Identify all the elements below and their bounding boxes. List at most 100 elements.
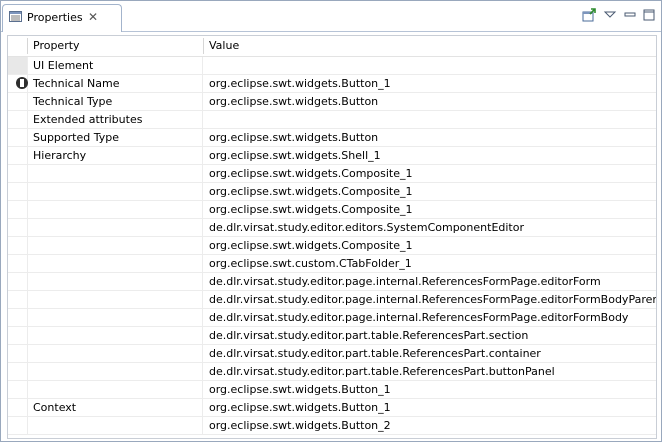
table-row[interactable]: de.dlr.virsat.study.editor.page.internal…: [8, 273, 656, 291]
value-cell: [204, 111, 656, 128]
technical-name-icon: [16, 77, 28, 89]
table-row[interactable]: de.dlr.virsat.study.editor.page.internal…: [8, 291, 656, 309]
row-indent-cell: [8, 111, 28, 128]
row-indent-cell: [8, 183, 28, 200]
property-cell: [28, 219, 203, 236]
row-indent-cell: [8, 237, 28, 254]
value-cell: org.eclipse.swt.widgets.Composite_1: [209, 239, 413, 252]
row-indent-cell: [8, 129, 28, 146]
value-cell: org.eclipse.swt.widgets.Composite_1: [209, 203, 413, 216]
table-row[interactable]: de.dlr.virsat.study.editor.part.table.Re…: [8, 327, 656, 345]
value-cell: org.eclipse.swt.widgets.Composite_1: [209, 167, 413, 180]
table-row[interactable]: de.dlr.virsat.study.editor.editors.Syste…: [8, 219, 656, 237]
value-cell: org.eclipse.swt.widgets.Button_1: [209, 401, 391, 414]
property-cell: [28, 255, 203, 272]
table-row[interactable]: de.dlr.virsat.study.editor.part.table.Re…: [8, 363, 656, 381]
tab-label: Properties: [27, 11, 83, 24]
properties-view: Properties ✕ Property Value UI Element T…: [0, 0, 662, 442]
table-row[interactable]: org.eclipse.swt.widgets.Composite_1: [8, 201, 656, 219]
tab-properties[interactable]: Properties ✕: [2, 4, 122, 32]
row-indent-cell: [8, 93, 28, 110]
value-cell: de.dlr.virsat.study.editor.page.internal…: [209, 275, 601, 288]
row-indent-cell: [8, 165, 28, 182]
property-cell: [28, 309, 203, 326]
value-cell: de.dlr.virsat.study.editor.part.table.Re…: [209, 365, 555, 378]
row-indent-cell: [8, 255, 28, 272]
view-tab-bar: Properties ✕: [1, 1, 661, 32]
value-cell: de.dlr.virsat.study.editor.part.table.Re…: [209, 329, 529, 342]
row-indent-cell: [8, 291, 28, 308]
row-indent-cell: [8, 345, 28, 362]
value-cell: org.eclipse.swt.widgets.Button_1: [209, 383, 391, 396]
row-indent-cell: [8, 309, 28, 326]
row-indent-cell: [8, 57, 28, 74]
value-cell: de.dlr.virsat.study.editor.editors.Syste…: [209, 221, 524, 234]
value-cell: de.dlr.virsat.study.editor.page.internal…: [209, 311, 629, 324]
property-label: Technical Name: [33, 77, 120, 90]
property-cell: [28, 327, 203, 344]
value-cell: [204, 57, 656, 74]
row-indent-cell: [8, 417, 28, 434]
property-cell: Supported Type: [28, 129, 203, 146]
minimize-icon[interactable]: [622, 7, 638, 23]
table-row[interactable]: UI Element: [8, 57, 656, 75]
table-row[interactable]: Extended attributes: [8, 111, 656, 129]
property-cell: Technical Type: [28, 93, 203, 110]
property-cell: Technical Name: [16, 75, 203, 92]
table-row[interactable]: org.eclipse.swt.widgets.Composite_1: [8, 183, 656, 201]
property-cell: [28, 201, 203, 218]
row-indent-cell: [8, 147, 28, 164]
row-indent-cell: [8, 363, 28, 380]
value-cell: org.eclipse.swt.custom.CTabFolder_1: [209, 257, 412, 270]
value-cell: org.eclipse.swt.widgets.Shell_1: [209, 149, 381, 162]
value-cell: org.eclipse.swt.widgets.Button_1: [209, 77, 391, 90]
row-indent-cell: [8, 381, 28, 398]
property-cell: UI Element: [28, 57, 203, 74]
table-row[interactable]: Supported Type org.eclipse.swt.widgets.Bu…: [8, 129, 656, 147]
table-row[interactable]: Context org.eclipse.swt.widgets.Button_1: [8, 399, 656, 417]
row-indent-cell: [8, 327, 28, 344]
close-icon[interactable]: ✕: [88, 10, 98, 24]
table-header: Property Value: [8, 36, 656, 57]
value-cell: org.eclipse.swt.widgets.Button_2: [209, 419, 391, 432]
table-body: UI Element Technical Name org.eclipse.swt…: [8, 57, 656, 435]
property-cell: [28, 273, 203, 290]
table-row[interactable]: de.dlr.virsat.study.editor.part.table.Re…: [8, 345, 656, 363]
property-cell: [28, 183, 203, 200]
property-cell: [28, 291, 203, 308]
value-cell: org.eclipse.swt.widgets.Button: [209, 95, 379, 108]
row-indent-cell: [8, 201, 28, 218]
property-cell: Hierarchy: [28, 147, 203, 164]
table-row[interactable]: org.eclipse.swt.widgets.Button_1: [8, 381, 656, 399]
column-header-property[interactable]: Property: [28, 36, 203, 56]
table-row[interactable]: org.eclipse.swt.widgets.Button_2: [8, 417, 656, 435]
view-menu-icon[interactable]: [602, 7, 618, 23]
value-cell: org.eclipse.swt.widgets.Button: [209, 131, 379, 144]
property-cell: [28, 237, 203, 254]
table-row[interactable]: Technical Name org.eclipse.swt.widgets.Bu…: [8, 75, 656, 93]
row-indent-cell: [8, 219, 28, 236]
property-cell: [28, 363, 203, 380]
property-cell: Extended attributes: [28, 111, 203, 128]
table-row[interactable]: org.eclipse.swt.widgets.Composite_1: [8, 237, 656, 255]
value-cell: org.eclipse.swt.widgets.Composite_1: [209, 185, 413, 198]
table-row[interactable]: Hierarchy org.eclipse.swt.widgets.Shell_1: [8, 147, 656, 165]
table-row[interactable]: org.eclipse.swt.custom.CTabFolder_1: [8, 255, 656, 273]
property-cell: [28, 381, 203, 398]
row-indent-cell: [8, 399, 28, 416]
table-row[interactable]: Technical Type org.eclipse.swt.widgets.Bu…: [8, 93, 656, 111]
property-cell: [28, 345, 203, 362]
property-cell: [28, 165, 203, 182]
pin-icon[interactable]: [581, 7, 597, 23]
row-indent-cell: [8, 273, 28, 290]
value-cell: de.dlr.virsat.study.editor.page.internal…: [209, 293, 657, 306]
properties-table[interactable]: Property Value UI Element Technical Name…: [7, 35, 657, 439]
properties-icon: [9, 11, 22, 22]
table-row[interactable]: de.dlr.virsat.study.editor.page.internal…: [8, 309, 656, 327]
property-cell: [28, 417, 203, 434]
maximize-icon[interactable]: [641, 7, 657, 23]
table-row[interactable]: org.eclipse.swt.widgets.Composite_1: [8, 165, 656, 183]
value-cell: de.dlr.virsat.study.editor.part.table.Re…: [209, 347, 541, 360]
property-cell: Context: [28, 399, 203, 416]
column-header-value[interactable]: Value: [204, 36, 656, 56]
